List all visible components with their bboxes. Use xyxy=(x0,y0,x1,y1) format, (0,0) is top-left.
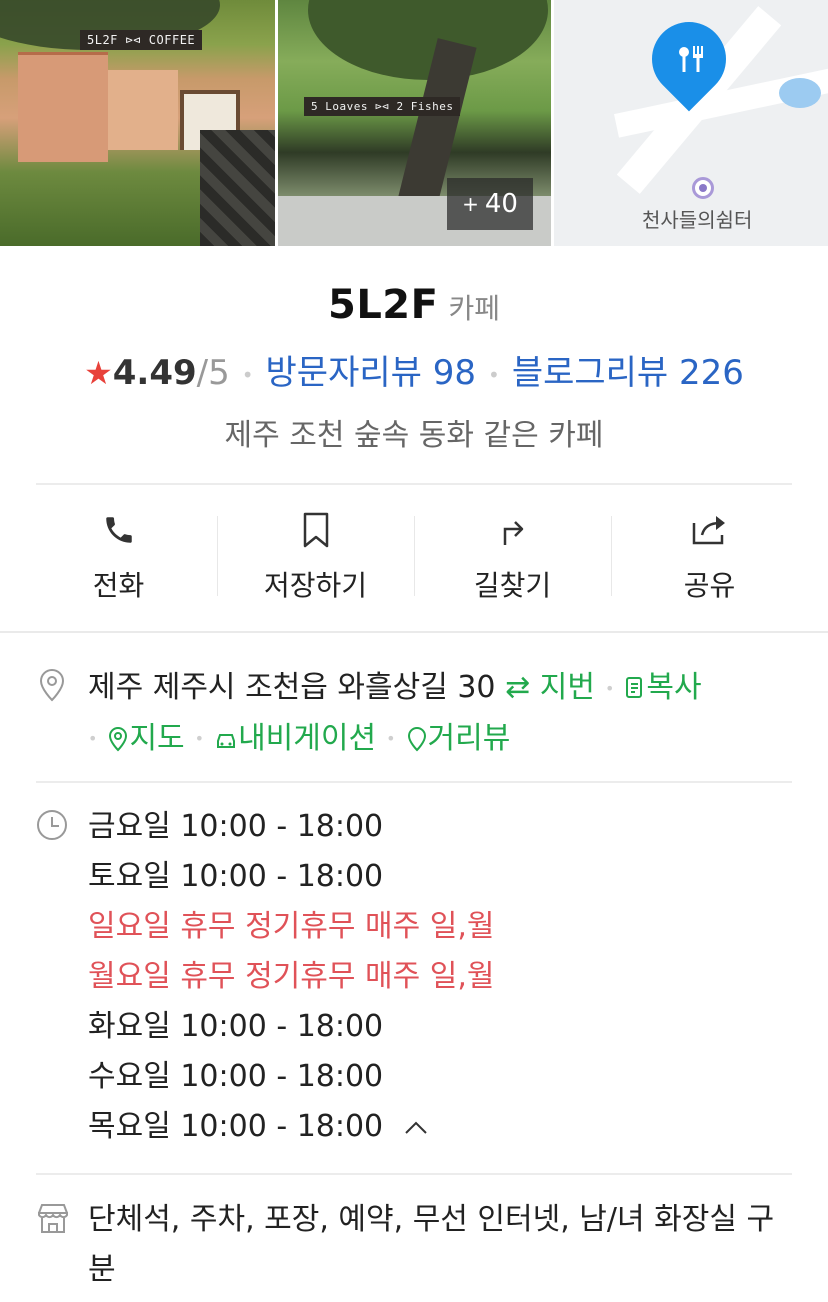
visitor-reviews-link[interactable]: 방문자리뷰 98 xyxy=(266,353,476,393)
hours-row: 화요일 10:00 - 18:00 xyxy=(88,1009,384,1044)
divider xyxy=(0,631,828,633)
place-description: 제주 조천 숲속 동화 같은 카페 xyxy=(224,418,604,453)
navigation-link[interactable]: 내비게이션 xyxy=(214,721,376,756)
rating-row: ★4.49/5 • 방문자리뷰 98 • 블로그리뷰 226 xyxy=(84,353,744,393)
amenities-text: 단체석, 주차, 포장, 예약, 무선 인터넷, 남/녀 화장실 구분 xyxy=(88,1202,775,1287)
plus-icon: + xyxy=(462,192,479,216)
directions-label: 길찾기 xyxy=(473,569,552,602)
share-icon xyxy=(690,506,730,554)
collapse-chevron-icon[interactable] xyxy=(403,1114,429,1142)
hours-row-closed: 월요일 휴무 정기휴무 매주 일,월 xyxy=(88,959,495,994)
star-icon: ★ xyxy=(84,354,113,392)
action-bar: 전화 저장하기 길찾기 공유 xyxy=(20,506,808,606)
map-thumbnail[interactable]: 천사들의쉼터 xyxy=(554,0,828,246)
save-label: 저장하기 xyxy=(263,569,368,602)
streetview-link[interactable]: 거리뷰 xyxy=(406,721,510,756)
copy-icon xyxy=(624,670,646,705)
poi-marker-icon xyxy=(692,177,714,199)
cafe-photo-2[interactable]: 5 Loaves ⊳⊲ 2 Fishes + 40 xyxy=(278,0,551,246)
directions-button[interactable]: 길찾기 xyxy=(414,506,611,606)
photo-strip: 5L2F ⊳⊲ COFFEE 5 Loaves ⊳⊲ 2 Fishes + 40 xyxy=(0,0,828,246)
restaurant-icon xyxy=(665,42,715,82)
store-icon xyxy=(36,1202,68,1234)
more-photos-button[interactable]: + 40 xyxy=(447,178,533,230)
share-button[interactable]: 공유 xyxy=(611,506,808,606)
streetview-pin-icon xyxy=(406,721,428,756)
car-icon xyxy=(214,721,238,756)
call-label: 전화 xyxy=(92,569,145,602)
cafe-sign: 5L2F ⊳⊲ COFFEE xyxy=(80,30,203,50)
location-icon xyxy=(36,668,68,702)
call-button[interactable]: 전화 xyxy=(20,506,217,606)
place-name: 5L2F xyxy=(327,282,439,328)
hours-row: 수요일 10:00 - 18:00 xyxy=(88,1059,384,1094)
address-block: 제주 제주시 조천읍 와흘상길 30 ⇄ 지번 • 복사 • 지도 • 내비게이션 • 거리뷰 xyxy=(88,670,702,756)
blog-reviews-link[interactable]: 블로그리뷰 226 xyxy=(512,353,744,393)
address-text: 제주 제주시 조천읍 와흘상길 30 xyxy=(88,670,496,705)
cafe-sign-2: 5 Loaves ⊳⊲ 2 Fishes xyxy=(304,97,461,116)
hours-row: 금요일 10:00 - 18:00 xyxy=(88,809,384,844)
bookmark-icon xyxy=(301,506,331,554)
more-photos-count: 40 xyxy=(484,189,518,219)
map-pin-small-icon xyxy=(107,721,129,756)
place-header: 5L2F 카페 xyxy=(0,282,828,328)
directions-icon xyxy=(497,506,529,554)
hours-row: 토요일 10:00 - 18:00 xyxy=(88,859,384,894)
hours-row-closed: 일요일 휴무 정기휴무 매주 일,월 xyxy=(88,909,495,944)
cafe-photo-1[interactable]: 5L2F ⊳⊲ COFFEE xyxy=(0,0,275,246)
hours-row: 목요일 10:00 - 18:00 xyxy=(88,1102,494,1153)
share-label: 공유 xyxy=(683,569,736,602)
map-link[interactable]: 지도 xyxy=(107,721,185,756)
place-category: 카페 xyxy=(448,292,500,325)
copy-address-button[interactable]: 복사 xyxy=(624,670,702,705)
business-hours[interactable]: 금요일 10:00 - 18:00 토요일 10:00 - 18:00 일요일 … xyxy=(88,802,494,1153)
lot-address-toggle[interactable]: ⇄ 지번 xyxy=(505,670,595,705)
phone-icon xyxy=(102,506,136,554)
divider xyxy=(36,1173,792,1175)
rating-score: 4.49 xyxy=(112,353,197,393)
rating-max: /5 xyxy=(196,353,230,393)
divider xyxy=(36,483,792,485)
save-button[interactable]: 저장하기 xyxy=(217,506,414,606)
divider xyxy=(36,781,792,783)
map-poi-label: 천사들의쉼터 xyxy=(642,208,753,232)
swap-icon: ⇄ xyxy=(505,670,540,705)
clock-icon xyxy=(36,809,68,841)
